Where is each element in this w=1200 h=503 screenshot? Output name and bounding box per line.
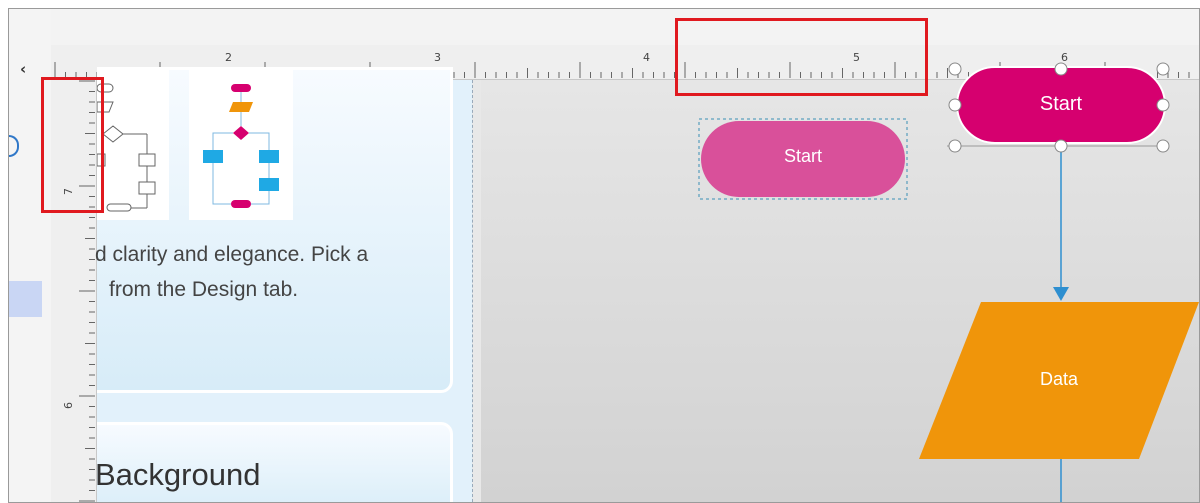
visio-window: ‹ 2 3 4 5 6 7 6 d clarity and elegance. … — [8, 8, 1200, 503]
resize-handle-top-right[interactable] — [1156, 62, 1170, 76]
resize-handle-bottom[interactable] — [1054, 139, 1068, 153]
highlight-box-vertical-ruler — [41, 77, 104, 213]
start-preview-label: Start — [783, 146, 822, 166]
resize-handle-bottom-left[interactable] — [948, 139, 962, 153]
canvas-shapes — [41, 18, 1199, 502]
highlight-box-horizontal-ruler — [675, 18, 928, 96]
resize-handle-bottom-right[interactable] — [1156, 139, 1170, 153]
resize-handle-top-left[interactable] — [948, 62, 962, 76]
start-selected-label: Start — [1039, 93, 1083, 115]
resize-handle-top[interactable] — [1054, 62, 1068, 76]
data-shape-label: Data — [1039, 369, 1079, 389]
connector-arrowhead-icon — [1053, 287, 1069, 301]
